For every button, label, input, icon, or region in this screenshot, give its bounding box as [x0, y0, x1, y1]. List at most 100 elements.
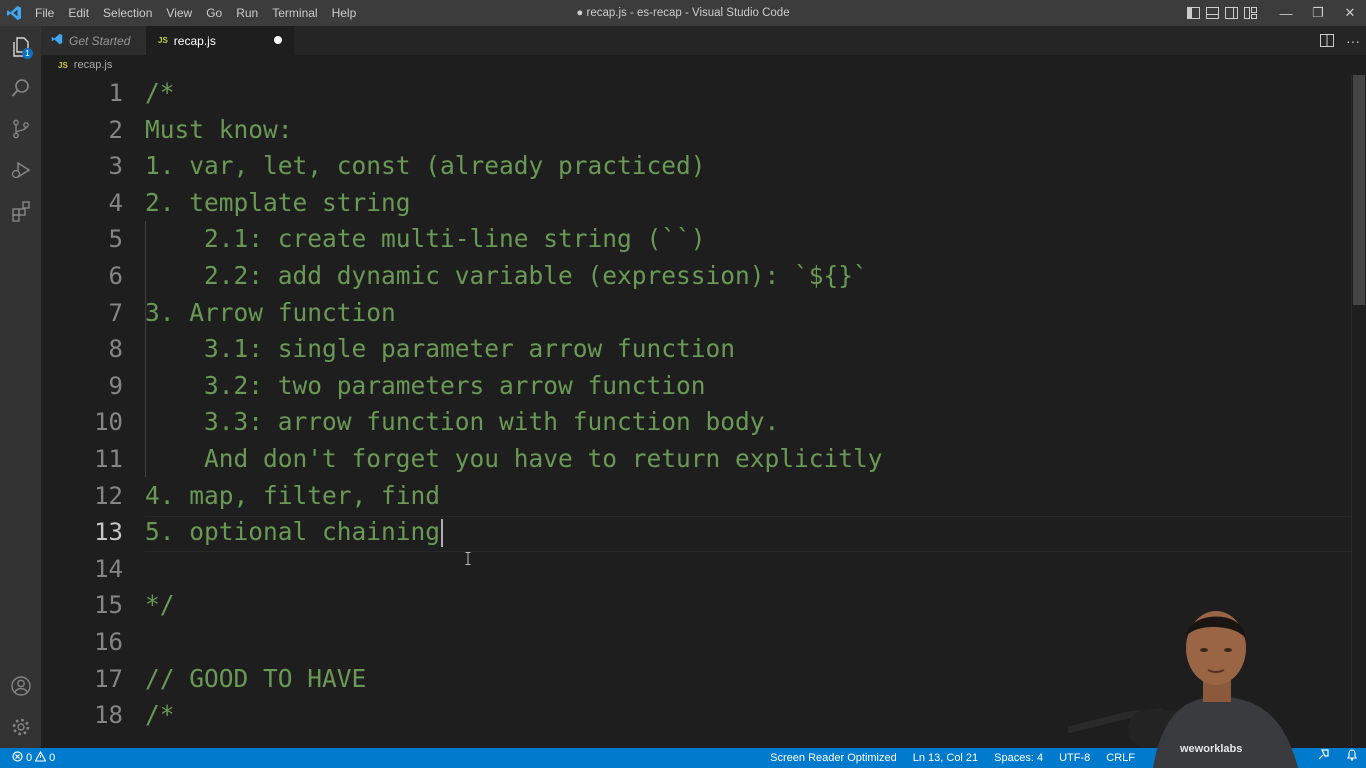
line-text: 3. Arrow function	[145, 297, 396, 327]
vscode-logo-icon	[51, 33, 63, 48]
line-number: 10	[94, 408, 123, 437]
line-number: 2	[108, 115, 123, 144]
js-file-icon: JS	[58, 60, 68, 70]
tab-recap-js[interactable]: JS recap.js	[146, 26, 294, 55]
editor-tab-bar: Get Started JS recap.js ···	[41, 26, 1366, 55]
restore-button[interactable]: ❐	[1302, 0, 1334, 26]
menu-bar: File Edit Selection View Go Run Terminal…	[28, 0, 363, 26]
toggle-primary-sidebar-icon[interactable]	[1184, 0, 1203, 26]
close-button[interactable]: ✕	[1334, 0, 1366, 26]
line-text: Must know:	[145, 114, 293, 144]
run-debug-icon[interactable]	[0, 149, 41, 190]
code-line: 10 3.3: arrow function with function bod…	[41, 404, 1352, 441]
text-cursor	[441, 519, 444, 548]
line-number: 11	[94, 445, 123, 473]
error-count: 0	[26, 752, 33, 764]
code-line: 2 Must know:	[41, 112, 1352, 149]
line-text: */	[145, 590, 175, 620]
menu-help[interactable]: Help	[325, 0, 364, 26]
menu-view[interactable]: View	[159, 0, 199, 26]
line-text: 3.2: two parameters arrow function	[145, 370, 706, 400]
menu-edit[interactable]: Edit	[61, 0, 96, 26]
title-controls: — ❐ ✕	[1184, 0, 1366, 26]
line-number: 12	[94, 481, 123, 510]
code-line: 6 2.2: add dynamic variable (expression)…	[41, 258, 1352, 295]
breadcrumb: JS recap.js	[41, 55, 1341, 75]
warning-icon	[34, 750, 47, 765]
line-number: 14	[94, 554, 123, 583]
line-number: 17	[94, 664, 123, 693]
menu-go[interactable]: Go	[199, 0, 229, 26]
code-line: 12 4. map, filter, find	[41, 478, 1352, 515]
files-icon[interactable]: 1	[0, 26, 41, 67]
customize-layout-icon[interactable]	[1241, 0, 1260, 26]
line-text-current: 5. optional chaining	[145, 514, 444, 551]
line-number: 1	[108, 79, 123, 107]
toggle-secondary-sidebar-icon[interactable]	[1222, 0, 1241, 26]
feedback-icon[interactable]	[1309, 748, 1338, 768]
line-number: 6	[108, 262, 123, 290]
tab-actions: ···	[1314, 26, 1366, 55]
menu-terminal[interactable]: Terminal	[265, 0, 324, 26]
account-icon[interactable]	[0, 665, 41, 706]
settings-gear-icon[interactable]	[0, 706, 41, 747]
more-actions-icon[interactable]: ···	[1340, 26, 1366, 55]
line-text: 1. var, let, const (already practiced)	[145, 151, 706, 181]
indentation-status[interactable]: Spaces: 4	[986, 748, 1051, 768]
line-number: 3	[108, 152, 123, 181]
line-text: 3.3: arrow function with function body.	[145, 407, 780, 437]
source-control-icon[interactable]	[0, 108, 41, 149]
warning-count: 0	[49, 752, 56, 764]
code-line: 5 2.1: create multi-line string (``)	[41, 221, 1352, 258]
unsaved-dot-icon[interactable]	[274, 36, 282, 44]
problems-indicator[interactable]: 0 0	[0, 750, 56, 765]
notifications-bell-icon[interactable]	[1338, 748, 1366, 768]
breadcrumb-file[interactable]: recap.js	[74, 59, 113, 71]
line-number: 15	[94, 591, 123, 620]
explorer-badge: 1	[22, 48, 33, 59]
scrollbar-thumb[interactable]	[1353, 75, 1365, 305]
error-icon	[12, 751, 23, 765]
vscode-logo-icon	[0, 0, 28, 26]
line-number: 5	[108, 225, 123, 254]
screen-reader-status[interactable]: Screen Reader Optimized	[762, 748, 905, 768]
toggle-panel-icon[interactable]	[1203, 0, 1222, 26]
line-text: /*	[145, 700, 175, 730]
menu-file[interactable]: File	[28, 0, 61, 26]
menu-run[interactable]: Run	[229, 0, 265, 26]
minimize-button[interactable]: —	[1270, 0, 1302, 26]
code-line: 7 3. Arrow function	[41, 295, 1352, 332]
title-bar: File Edit Selection View Go Run Terminal…	[0, 0, 1366, 26]
code-line: 14	[41, 551, 1352, 588]
line-text: // GOOD TO HAVE	[145, 663, 367, 693]
line-text: 2.2: add dynamic variable (expression): …	[145, 261, 868, 290]
line-number: 8	[108, 335, 123, 364]
line-text: 2. template string	[145, 187, 411, 217]
line-text: 2.1: create multi-line string (``)	[145, 224, 706, 254]
split-editor-icon[interactable]	[1314, 26, 1340, 55]
code-line: 4 2. template string	[41, 185, 1352, 222]
extensions-icon[interactable]	[0, 190, 41, 231]
js-file-icon: JS	[158, 36, 168, 45]
mouse-ibeam-icon	[465, 552, 471, 565]
line-number: 9	[108, 371, 123, 400]
code-line: 8 3.1: single parameter arrow function	[41, 331, 1352, 368]
webcam-overlay: weworklabs	[1068, 600, 1308, 768]
activity-bar: 1	[0, 26, 41, 748]
code-line: 3 1. var, let, const (already practiced)	[41, 148, 1352, 185]
line-text: 4. map, filter, find	[145, 480, 441, 510]
line-text: /*	[145, 78, 175, 107]
line-number: 18	[94, 701, 123, 730]
line-number: 4	[108, 188, 123, 217]
tab-label: recap.js	[173, 33, 216, 48]
code-line: 1 /*	[41, 75, 1352, 112]
menu-selection[interactable]: Selection	[96, 0, 159, 26]
search-icon[interactable]	[0, 67, 41, 108]
line-number: 13	[94, 518, 123, 547]
vertical-scrollbar[interactable]	[1351, 75, 1366, 748]
code-line: 11 And don't forget you have to return e…	[41, 441, 1352, 478]
code-line: 9 3.2: two parameters arrow function	[41, 368, 1352, 405]
tab-get-started[interactable]: Get Started	[41, 26, 146, 55]
cursor-position[interactable]: Ln 13, Col 21	[905, 748, 986, 768]
code-line-current: 13 5. optional chaining	[41, 514, 1352, 551]
